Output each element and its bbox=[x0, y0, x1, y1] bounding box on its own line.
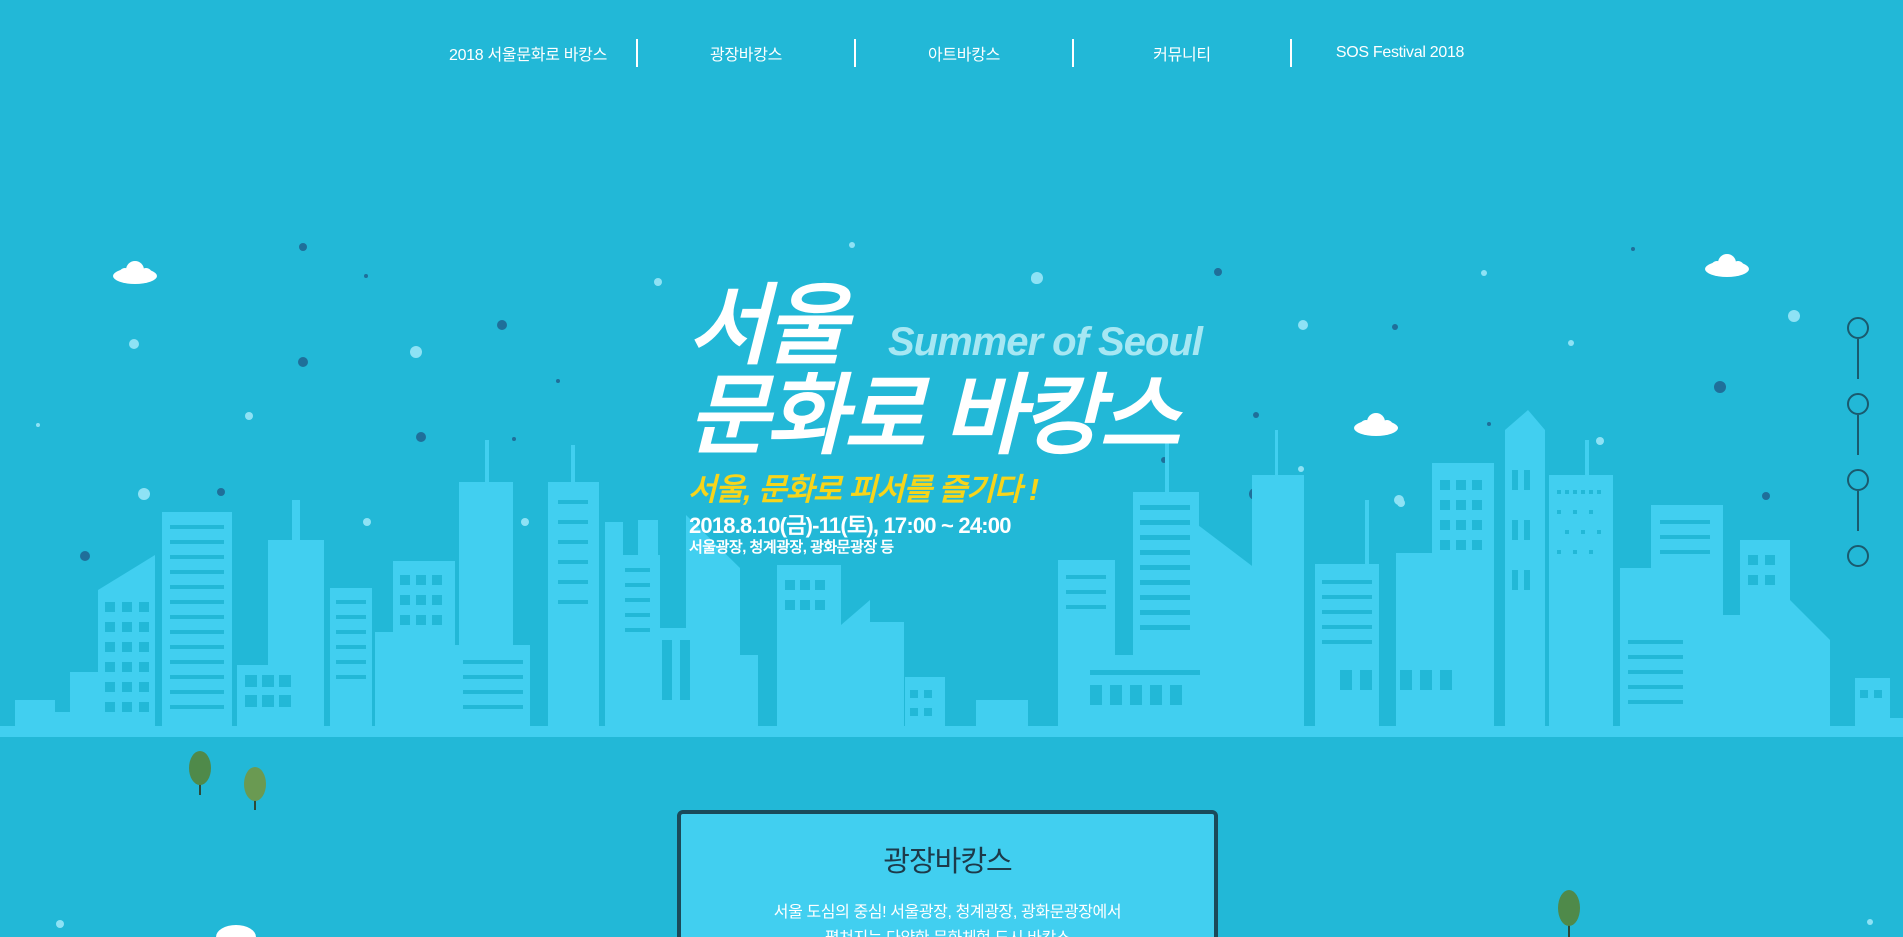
cloud-icon bbox=[1705, 254, 1749, 277]
hero-title-seoul: 서울 bbox=[688, 276, 847, 375]
pager-dot-4[interactable] bbox=[1847, 545, 1869, 567]
tree-icon bbox=[189, 751, 211, 795]
pager-dot-1[interactable] bbox=[1847, 317, 1869, 339]
nav-item-2018-seoul-culture-vacance[interactable]: 2018 서울문화로 바캉스 bbox=[420, 41, 636, 65]
nav-item-sos-festival-2018[interactable]: SOS Festival 2018 bbox=[1292, 44, 1508, 62]
pager-connector bbox=[1857, 339, 1859, 379]
hero-title-culture-vacance: 문화로 바캉스 bbox=[688, 366, 1180, 465]
nav-item-plaza-vacance[interactable]: 광장바캉스 bbox=[638, 41, 854, 65]
card-title: 광장바캉스 bbox=[883, 846, 1012, 878]
top-navigation: 2018 서울문화로 바캉스 광장바캉스 아트바캉스 커뮤니티 SOS Fest… bbox=[420, 38, 1510, 68]
pager-connector bbox=[1857, 491, 1859, 531]
plaza-vacance-card[interactable]: 광장바캉스 서울 도심의 중심! 서울광장, 청계광장, 광화문광장에서 펼쳐지… bbox=[677, 810, 1218, 937]
hero-slogan: 서울, 문화로 피서를 즐기다 ! bbox=[688, 472, 1039, 507]
hero-title-english: Summer of Seoul bbox=[888, 320, 1203, 364]
page: 2018 서울문화로 바캉스 광장바캉스 아트바캉스 커뮤니티 SOS Fest… bbox=[0, 0, 1903, 937]
card-description: 서울 도심의 중심! 서울광장, 청계광장, 광화문광장에서 펼쳐지는 다양한 … bbox=[681, 900, 1214, 937]
nav-item-community[interactable]: 커뮤니티 bbox=[1074, 41, 1290, 65]
nav-item-art-vacance[interactable]: 아트바캉스 bbox=[856, 41, 1072, 65]
pager-dot-2[interactable] bbox=[1847, 393, 1869, 415]
cloud-icon bbox=[113, 261, 157, 284]
tree-icon bbox=[244, 767, 266, 810]
card-description-line-2: 펼쳐지는 다양한 문화체험 도시 바캉스 bbox=[681, 926, 1214, 937]
card-description-line-1: 서울 도심의 중심! 서울광장, 청계광장, 광화문광장에서 bbox=[773, 904, 1122, 921]
section-pager bbox=[1846, 317, 1870, 567]
pager-connector bbox=[1857, 415, 1859, 455]
hero-event-venue: 서울광장, 청계광장, 광화문광장 등 bbox=[689, 539, 894, 556]
pager-dot-3[interactable] bbox=[1847, 469, 1869, 491]
cloud-icon bbox=[1354, 413, 1398, 436]
tree-icon bbox=[1558, 890, 1580, 937]
